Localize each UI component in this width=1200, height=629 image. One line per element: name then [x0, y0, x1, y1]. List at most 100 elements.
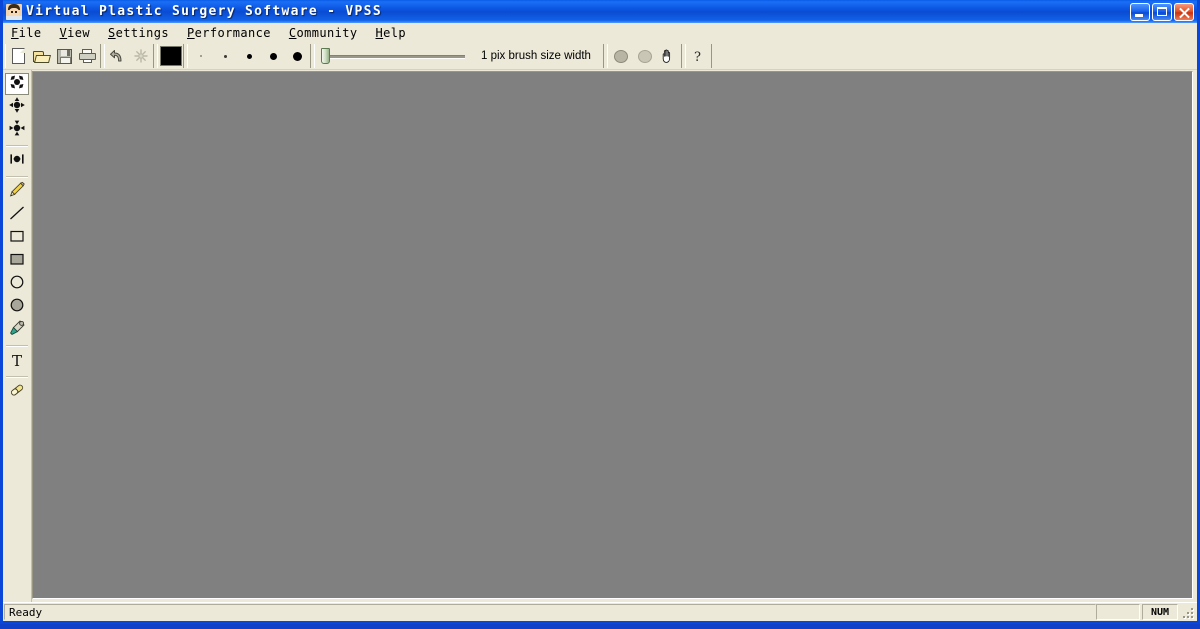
- application-window: Virtual Plastic Surgery Software - VPSS …: [0, 0, 1200, 624]
- tool-palette: T: [3, 70, 32, 602]
- rectangle-filled-icon: [8, 250, 26, 273]
- brush-dot-6-icon: [269, 52, 277, 60]
- pencil-icon: [8, 181, 26, 204]
- ellipse-filled-icon: [8, 296, 26, 319]
- status-pane-1: [1096, 604, 1140, 620]
- refresh-button[interactable]: [129, 45, 152, 67]
- help-about-button[interactable]: ?: [687, 45, 710, 67]
- brush-size-6-button[interactable]: [261, 45, 285, 67]
- close-button[interactable]: [1174, 2, 1194, 21]
- toolbar-help-group: ?: [684, 44, 712, 68]
- open-file-button[interactable]: [30, 45, 53, 67]
- tool-filled-ellipse[interactable]: [5, 296, 29, 318]
- foreground-color-swatch[interactable]: [159, 45, 182, 67]
- new-file-icon: [12, 48, 25, 64]
- tool-eraser[interactable]: [5, 381, 29, 403]
- brush-dot-4-icon: [246, 53, 252, 59]
- toolbar-edit-group: [104, 44, 154, 68]
- menu-view-mnemonic: V: [59, 25, 68, 40]
- menu-bar: File View Settings Performance Community…: [3, 23, 1197, 43]
- menu-item-help[interactable]: Help: [376, 25, 415, 41]
- minimize-button[interactable]: [1130, 2, 1150, 21]
- window-title: Virtual Plastic Surgery Software - VPSS: [26, 4, 382, 19]
- slider-track: [327, 55, 465, 59]
- color-swatch-fill: [159, 46, 182, 66]
- brush-size-4-button[interactable]: [237, 45, 261, 67]
- menu-item-community[interactable]: Community: [289, 25, 366, 41]
- open-folder-icon: [33, 50, 51, 63]
- brush-size-8-button[interactable]: [285, 45, 309, 67]
- airbrush-button[interactable]: [633, 45, 657, 67]
- warp-move-icon: [8, 96, 26, 119]
- ellipse-outline-icon: [8, 273, 26, 296]
- warp-expand-icon: [8, 73, 26, 96]
- tool-line[interactable]: [5, 204, 29, 226]
- text-t-icon: T: [11, 351, 22, 370]
- menu-settings-rest: ettings: [115, 25, 169, 40]
- tool-text[interactable]: T: [5, 350, 29, 372]
- title-bar[interactable]: Virtual Plastic Surgery Software - VPSS: [3, 0, 1197, 23]
- menu-file-rest: ile: [18, 25, 42, 40]
- tool-filled-rectangle[interactable]: [5, 250, 29, 272]
- toolbar-color-group: [157, 44, 184, 68]
- brush-size-slider-group: 1 pix brush size width: [314, 44, 604, 68]
- menu-item-performance[interactable]: Performance: [187, 25, 279, 41]
- slider-thumb[interactable]: [321, 48, 330, 64]
- print-button[interactable]: [76, 45, 99, 67]
- face-avatar-icon: [6, 3, 22, 20]
- warp-bracket-icon: [8, 150, 26, 173]
- brush-dot-1-icon: [200, 55, 202, 57]
- canvas-frame: [32, 70, 1197, 602]
- main-toolbar: 1 pix brush size width ?: [3, 43, 1197, 70]
- tool-rectangle[interactable]: [5, 227, 29, 249]
- brush-size-1-button[interactable]: [189, 45, 213, 67]
- new-document-button[interactable]: [7, 45, 30, 67]
- save-file-button[interactable]: [53, 45, 76, 67]
- rectangle-outline-icon: [8, 227, 26, 250]
- undo-arrow-icon: [109, 49, 126, 63]
- sparkle-icon: [133, 49, 148, 63]
- toolbar-brush-size-group: [187, 44, 311, 68]
- menu-help-mnemonic: H: [375, 25, 384, 40]
- tool-warp-move[interactable]: [5, 96, 29, 118]
- svg-text:?: ?: [694, 50, 701, 64]
- num-lock-indicator: NUM: [1142, 604, 1178, 620]
- toolbar-shape-group: [606, 44, 682, 68]
- pan-hand-button[interactable]: [657, 45, 680, 67]
- image-canvas[interactable]: [32, 71, 1193, 599]
- menu-performance-mnemonic: P: [187, 25, 195, 40]
- tool-warp-pinch[interactable]: [5, 119, 29, 141]
- tool-warp-expand[interactable]: [5, 73, 29, 95]
- work-area: T: [3, 70, 1197, 602]
- status-bar: Ready NUM: [3, 602, 1197, 621]
- tool-ellipse[interactable]: [5, 273, 29, 295]
- toolbar-file-group: [5, 44, 101, 68]
- palette-separator: [6, 345, 28, 346]
- menu-settings-mnemonic: S: [108, 25, 116, 40]
- palette-separator: [6, 176, 28, 177]
- tool-pencil[interactable]: [5, 181, 29, 203]
- undo-button[interactable]: [106, 45, 129, 67]
- tool-warp-bracket[interactable]: [5, 150, 29, 172]
- printer-icon: [79, 49, 96, 63]
- menu-item-file[interactable]: File: [11, 25, 50, 41]
- eyedropper-icon: [8, 319, 26, 342]
- soft-circle-icon: [637, 49, 652, 63]
- soft-brush-button[interactable]: [609, 45, 633, 67]
- brush-size-2-button[interactable]: [213, 45, 237, 67]
- warp-pinch-icon: [8, 119, 26, 142]
- menu-item-view[interactable]: View: [60, 25, 99, 41]
- filled-circle-icon: [613, 49, 628, 63]
- menu-view-rest: iew: [67, 25, 90, 40]
- tool-eyedropper[interactable]: [5, 319, 29, 341]
- menu-item-settings[interactable]: Settings: [108, 25, 177, 41]
- brush-size-slider[interactable]: [319, 46, 467, 66]
- maximize-button[interactable]: [1152, 2, 1172, 21]
- floppy-disk-icon: [57, 48, 72, 64]
- brush-dot-8-icon: [292, 51, 302, 61]
- resize-grip[interactable]: [1180, 605, 1194, 619]
- menu-help-rest: elp: [383, 25, 406, 40]
- question-mark-icon: ?: [691, 48, 705, 65]
- menu-file-mnemonic: F: [11, 25, 19, 40]
- menu-performance-rest: erformance: [194, 25, 271, 40]
